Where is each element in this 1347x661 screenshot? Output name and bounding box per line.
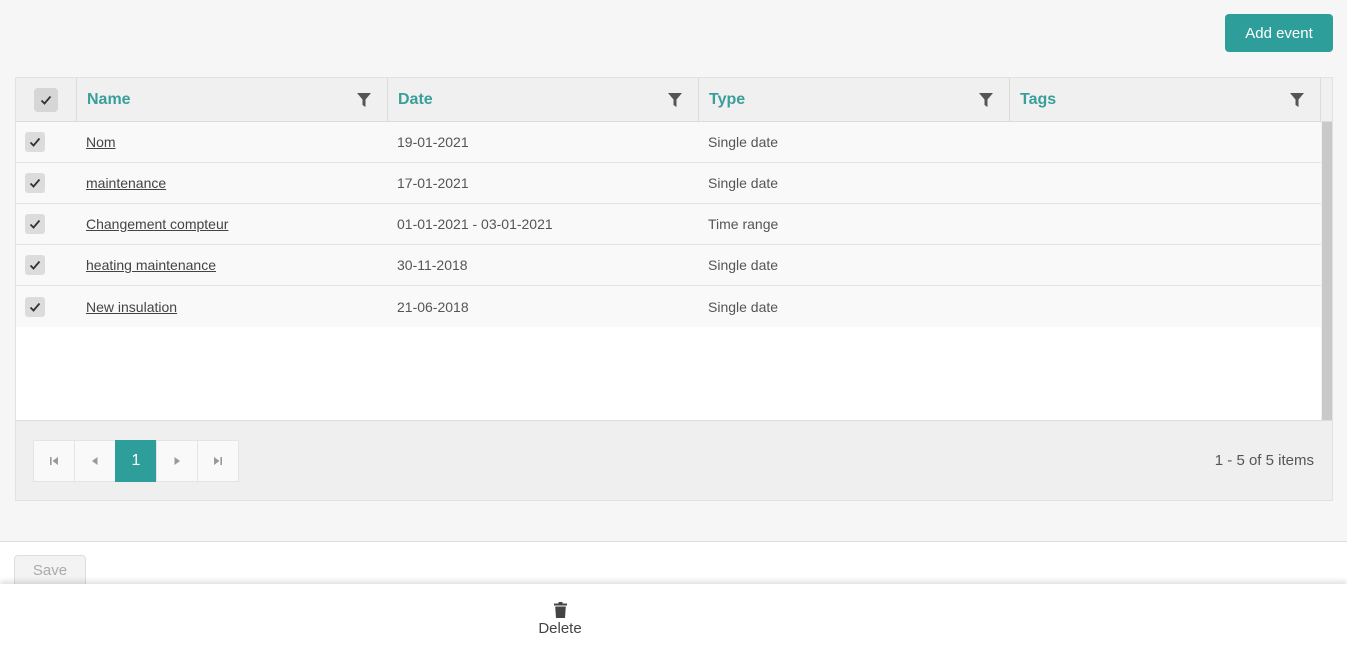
check-icon — [29, 302, 41, 312]
event-date: 19-01-2021 — [397, 134, 469, 150]
event-name-link[interactable]: Changement compteur — [86, 216, 228, 232]
last-page-icon — [214, 457, 222, 465]
event-type: Single date — [708, 134, 779, 150]
column-header-name[interactable]: Name — [77, 78, 388, 122]
events-grid: Name Date Type Tags Nom 19-01-2021 Singl… — [15, 77, 1333, 501]
pager-info: 1 - 5 of 5 items — [1214, 452, 1314, 469]
table-row[interactable]: Nom 19-01-2021 Single date — [16, 122, 1321, 163]
check-icon — [29, 178, 41, 188]
vertical-scrollbar[interactable] — [1321, 122, 1332, 420]
event-name-link[interactable]: New insulation — [86, 299, 177, 315]
event-name-link[interactable]: heating maintenance — [86, 257, 216, 273]
column-header-tags[interactable]: Tags — [1010, 78, 1321, 122]
event-type: Single date — [708, 298, 779, 315]
row-checkbox[interactable] — [25, 214, 45, 234]
table-row[interactable]: Changement compteur 01-01-2021 - 03-01-2… — [16, 204, 1321, 245]
add-event-button[interactable]: Add event — [1225, 14, 1333, 52]
form-footer — [0, 542, 1347, 584]
prev-page-button[interactable] — [74, 440, 116, 482]
scrollbar-thumb[interactable] — [1322, 122, 1332, 420]
first-page-button[interactable] — [33, 440, 75, 482]
event-type: Single date — [708, 257, 779, 273]
event-type: Single date — [708, 175, 779, 191]
check-icon — [29, 137, 41, 147]
event-name-link[interactable]: maintenance — [86, 175, 166, 191]
event-date: 21-06-2018 — [397, 298, 469, 315]
column-title: Tags — [1020, 91, 1057, 108]
column-title: Name — [87, 91, 131, 108]
row-checkbox[interactable] — [25, 173, 45, 193]
column-title: Type — [709, 91, 746, 108]
event-date: 17-01-2021 — [397, 175, 469, 191]
next-page-icon — [174, 457, 180, 465]
row-checkbox[interactable] — [25, 132, 45, 152]
row-checkbox[interactable] — [25, 255, 45, 275]
page-button-1[interactable]: 1 — [115, 440, 157, 482]
prev-page-icon — [92, 457, 98, 465]
trash-icon — [553, 602, 567, 618]
delete-label: Delete — [538, 620, 582, 637]
filter-icon[interactable] — [357, 93, 371, 107]
grid-body: Nom 19-01-2021 Single date maintenance 1… — [16, 122, 1321, 327]
filter-icon[interactable] — [668, 93, 682, 107]
event-date: 01-01-2021 - 03-01-2021 — [397, 216, 553, 232]
delete-button[interactable]: Delete — [530, 602, 590, 638]
event-name-link[interactable]: Nom — [86, 134, 116, 150]
grid-header: Name Date Type Tags — [16, 78, 1332, 122]
row-checkbox[interactable] — [25, 296, 45, 317]
table-row[interactable]: maintenance 17-01-2021 Single date — [16, 163, 1321, 204]
check-icon — [29, 219, 41, 229]
bottom-action-bar: Delete — [0, 584, 1347, 661]
filter-icon[interactable] — [979, 93, 993, 107]
column-header-date[interactable]: Date — [388, 78, 699, 122]
column-title: Date — [398, 91, 433, 108]
select-all-checkbox[interactable] — [34, 88, 58, 112]
last-page-button[interactable] — [197, 440, 239, 482]
pager: 1 1 - 5 of 5 items — [16, 420, 1332, 500]
select-all-cell — [16, 78, 77, 122]
table-row[interactable]: heating maintenance 30-11-2018 Single da… — [16, 245, 1321, 286]
event-type: Time range — [708, 216, 779, 232]
event-date: 30-11-2018 — [397, 257, 468, 273]
filter-icon[interactable] — [1290, 93, 1304, 107]
first-page-icon — [50, 457, 58, 465]
check-icon — [29, 260, 41, 270]
check-icon — [40, 95, 52, 105]
table-row[interactable]: New insulation 21-06-2018 Single date — [16, 286, 1321, 327]
column-header-type[interactable]: Type — [699, 78, 1010, 122]
header-scroll-gap — [1321, 78, 1332, 122]
next-page-button[interactable] — [156, 440, 198, 482]
